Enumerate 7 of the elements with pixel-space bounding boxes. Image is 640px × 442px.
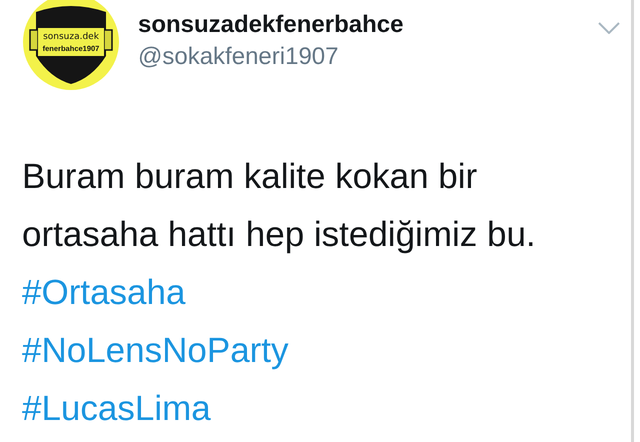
hashtag-link[interactable]: #Ortasaha (22, 264, 186, 322)
author-name[interactable]: sonsuzadekfenerbahce (138, 10, 598, 40)
tweet-text: Buram buram kalite kokan bir ortasaha hattı hep istediğimiz bu. (22, 156, 537, 256)
author-handle[interactable]: @sokakfeneri1907 (138, 42, 598, 72)
chevron-down-icon[interactable] (598, 22, 620, 34)
hashtag-link[interactable]: #NoLensNoParty (22, 322, 289, 380)
hashtag-link[interactable]: #LucasLima (22, 380, 211, 438)
